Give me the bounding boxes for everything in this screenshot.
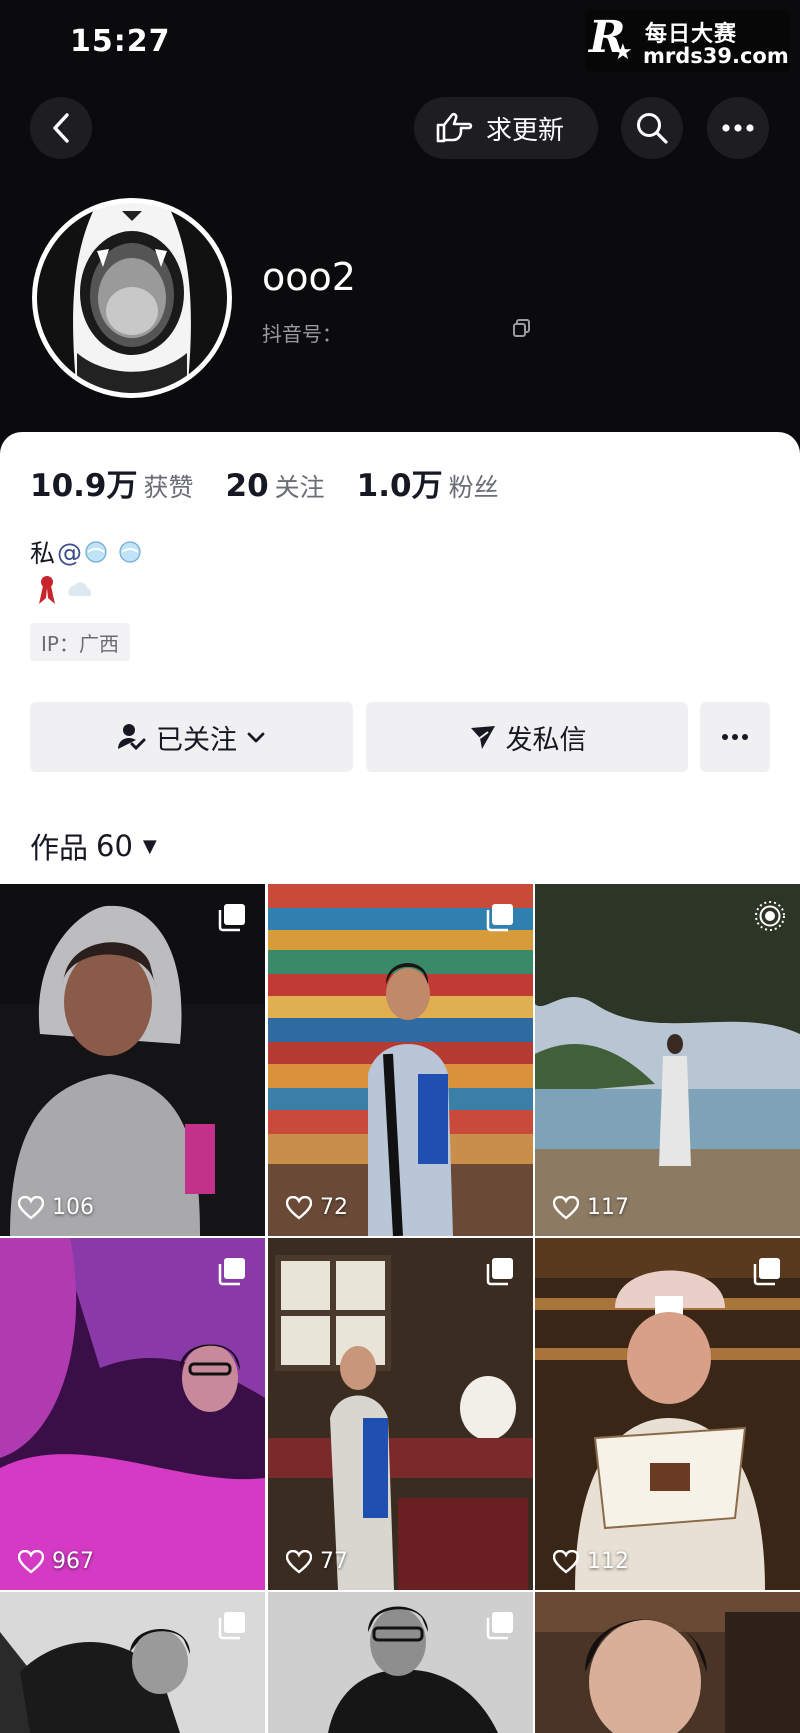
like-count-value: 967	[52, 1549, 94, 1574]
ellipsis-icon	[722, 124, 754, 132]
more-button[interactable]	[707, 97, 769, 159]
search-button[interactable]	[621, 97, 683, 159]
video-thumbnail[interactable]: 72	[268, 884, 533, 1236]
bio-text: 私	[30, 539, 56, 568]
heart-icon	[18, 1549, 44, 1574]
like-count-value: 112	[587, 1549, 629, 1574]
chevron-down-icon	[247, 732, 265, 743]
video-thumbnail[interactable]: 112	[535, 1238, 800, 1590]
send-message-button[interactable]: 发私信	[366, 702, 688, 772]
stats-row: 10.9万 获赞 20 关注 1.0万 粉丝	[30, 460, 531, 505]
stat-label: 关注	[274, 473, 325, 502]
bio-line-2	[36, 574, 98, 606]
like-count: 106	[18, 1195, 94, 1220]
stat-followers[interactable]: 1.0万 粉丝	[357, 460, 499, 505]
thumbnail-image	[535, 1238, 800, 1590]
avatar[interactable]	[32, 198, 232, 398]
like-count-value: 72	[320, 1195, 348, 1220]
avatar-illustration	[37, 203, 227, 393]
ip-location-chip: IP：广西	[30, 623, 130, 661]
multi-image-icon	[485, 1256, 515, 1290]
chevron-left-icon	[53, 113, 69, 143]
douyin-id: 抖音号：	[262, 322, 342, 346]
like-count: 967	[18, 1549, 94, 1574]
thumbnail-image	[0, 884, 265, 1236]
stat-number: 20	[225, 468, 269, 504]
video-thumbnail[interactable]	[535, 1592, 800, 1733]
video-thumbnail[interactable]: 967	[0, 1238, 265, 1590]
heart-icon	[553, 1549, 579, 1574]
like-count-value: 77	[320, 1549, 348, 1574]
multi-image-icon	[217, 902, 247, 936]
ribbon-emoji-icon	[39, 576, 55, 604]
request-update-label: 求更新	[486, 115, 565, 146]
request-update-button[interactable]: 求更新	[414, 97, 598, 159]
multi-image-icon	[217, 1610, 247, 1644]
like-count: 117	[553, 1195, 629, 1220]
live-photo-icon	[754, 900, 786, 936]
thumbnail-image	[0, 1238, 265, 1590]
video-thumbnail[interactable]	[268, 1592, 533, 1733]
video-thumbnail[interactable]: 77	[268, 1238, 533, 1590]
more-options-button[interactable]	[700, 702, 770, 772]
status-time: 15:27	[70, 24, 171, 59]
thumbnail-image	[268, 1238, 533, 1590]
heart-icon	[18, 1195, 44, 1220]
works-label: 作品	[30, 831, 89, 865]
watermark-url: mrds39.com	[643, 44, 789, 68]
followed-label: 已关注	[156, 724, 237, 756]
bio-mention[interactable]: @	[57, 538, 82, 567]
multi-image-icon	[752, 1256, 782, 1290]
like-count-value: 106	[52, 1195, 94, 1220]
heart-icon	[286, 1195, 312, 1220]
heart-icon	[286, 1549, 312, 1574]
video-thumbnail[interactable]	[0, 1592, 265, 1733]
thumbnail-image	[535, 1592, 800, 1733]
cloud-emoji-icon	[68, 582, 92, 596]
bio-line-1: 私 @	[30, 534, 148, 570]
watermark: R ★ 每日大赛 mrds39.com	[585, 10, 790, 72]
multi-image-icon	[485, 1610, 515, 1644]
stat-number: 1.0万	[356, 468, 443, 504]
stat-following[interactable]: 20 关注	[226, 468, 325, 504]
stat-likes: 10.9万 获赞	[30, 460, 194, 505]
user-check-icon	[118, 724, 146, 751]
send-message-label: 发私信	[505, 724, 587, 756]
works-count: 60	[96, 829, 133, 863]
like-count: 72	[286, 1195, 348, 1220]
thumbnail-image	[268, 884, 533, 1236]
stat-number: 10.9万	[30, 468, 138, 504]
username: ooo2	[262, 255, 356, 299]
video-thumbnail[interactable]: 106	[0, 884, 265, 1236]
caret-down-icon: ▼	[142, 835, 157, 857]
like-count: 77	[286, 1549, 348, 1574]
paper-plane-icon	[470, 726, 495, 749]
pointing-hand-icon	[436, 112, 473, 143]
like-count: 112	[553, 1549, 629, 1574]
stat-label: 获赞	[143, 473, 194, 502]
ellipsis-icon	[722, 734, 748, 740]
stat-label: 粉丝	[448, 473, 499, 502]
video-thumbnail[interactable]: 117	[535, 884, 800, 1236]
multi-image-icon	[217, 1256, 247, 1290]
thumbnail-image	[535, 884, 800, 1236]
search-icon	[637, 113, 668, 144]
tab-works[interactable]: 作品 60 ▼	[30, 825, 157, 867]
multi-image-icon	[485, 902, 515, 936]
followed-button[interactable]: 已关注	[30, 702, 353, 772]
dash-emoji-icon	[85, 541, 141, 563]
back-button[interactable]	[30, 97, 92, 159]
heart-icon	[553, 1195, 579, 1220]
star-icon: ★	[613, 40, 633, 65]
like-count-value: 117	[587, 1195, 629, 1220]
copy-icon[interactable]	[512, 318, 532, 342]
